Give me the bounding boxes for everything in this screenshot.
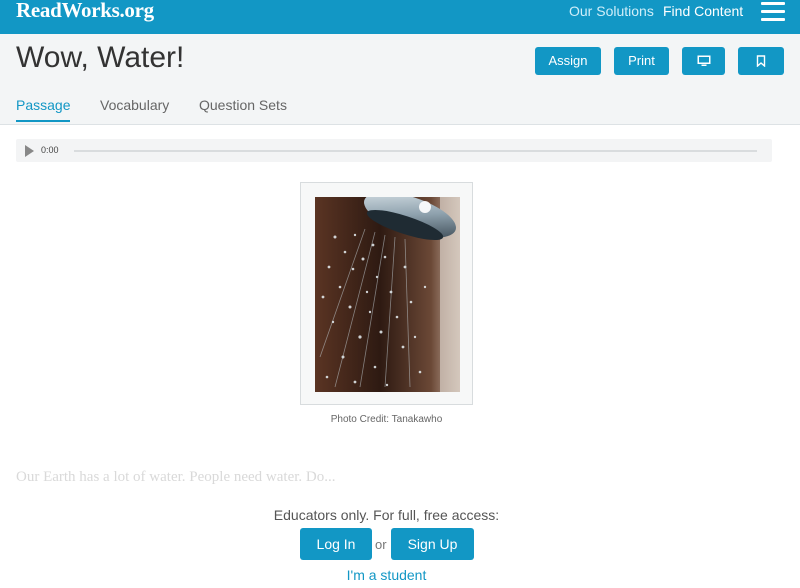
tab-question-sets[interactable]: Question Sets (199, 97, 287, 120)
access-prompt: Educators only. For full, free access: (273, 507, 500, 523)
assign-button[interactable]: Assign (535, 47, 601, 75)
top-nav-bar: ReadWorks.org Our Solutions Find Content (0, 0, 800, 34)
shower-photo (315, 197, 460, 392)
nav-our-solutions[interactable]: Our Solutions (569, 3, 654, 19)
or-label: or (375, 537, 387, 552)
present-button[interactable] (682, 47, 725, 75)
monitor-icon (697, 55, 710, 66)
passage-image-frame (300, 182, 473, 405)
site-logo[interactable]: ReadWorks.org (16, 0, 154, 23)
log-in-button[interactable]: Log In (300, 528, 372, 560)
nav-find-content[interactable]: Find Content (663, 3, 743, 19)
audio-player: 0:00 (16, 139, 772, 162)
bookmark-icon (756, 55, 766, 67)
play-icon[interactable] (25, 145, 34, 157)
hamburger-icon[interactable] (761, 1, 785, 21)
sign-up-button[interactable]: Sign Up (391, 528, 474, 560)
tab-passage[interactable]: Passage (16, 97, 71, 122)
bookmark-button[interactable] (738, 47, 784, 75)
page-title: Wow, Water! (16, 41, 185, 74)
tab-vocabulary[interactable]: Vocabulary (100, 97, 169, 120)
passage-preview-text: Our Earth has a lot of water. People nee… (16, 469, 336, 485)
audio-time: 0:00 (41, 145, 59, 155)
student-link[interactable]: I'm a student (0, 567, 773, 583)
photo-caption: Photo Credit: Tanakawho (330, 414, 443, 425)
passage-header: Wow, Water! Assign Print Passage Vocabul… (0, 34, 800, 125)
audio-progress-track[interactable] (74, 150, 757, 152)
print-button[interactable]: Print (614, 47, 669, 75)
